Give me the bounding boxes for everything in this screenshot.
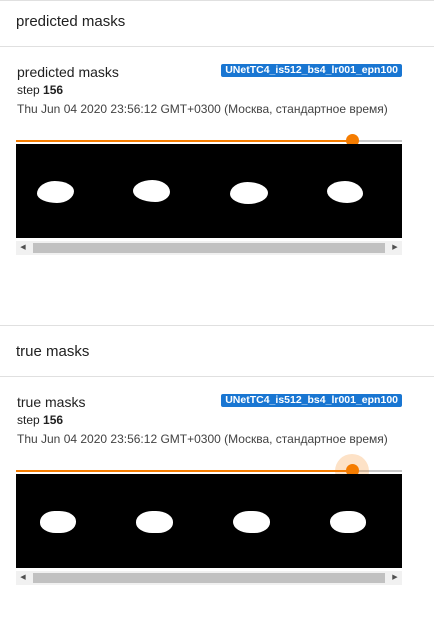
mask-blob [230,182,268,204]
run-label-chip: UNetTC4_is512_bs4_lr001_epn100 [221,394,402,407]
section-divider [0,325,434,326]
scrollbar-thumb[interactable] [33,573,385,583]
scrollbar-thumb[interactable] [33,243,385,253]
section-header-divider [0,376,434,377]
scroll-right-arrow-icon[interactable]: ▶ [388,571,402,585]
mask-blob [327,181,363,203]
scroll-right-arrow-icon[interactable]: ▶ [388,241,402,255]
scroll-left-arrow-icon[interactable]: ◀ [16,241,30,255]
section-divider-top [0,0,434,1]
run-label-chip: UNetTC4_is512_bs4_lr001_epn100 [221,64,402,77]
slider-fill [16,470,352,472]
step-indicator: step 156 [17,83,63,97]
timestamp: Thu Jun 04 2020 23:56:12 GMT+0300 (Москв… [17,102,388,116]
scroll-left-arrow-icon[interactable]: ◀ [16,571,30,585]
step-value: 156 [43,83,64,97]
step-label: step [17,413,40,427]
slider-fill [16,140,352,142]
section-header-true-masks: true masks [16,343,90,360]
mask-image [16,144,402,238]
mask-blob [330,511,366,533]
mask-blob [133,180,170,202]
mask-blob [37,181,74,203]
card-title: predicted masks [17,64,119,80]
mask-blob [136,511,173,533]
step-label: step [17,83,40,97]
mask-blob [40,511,76,533]
timestamp: Thu Jun 04 2020 23:56:12 GMT+0300 (Москв… [17,432,388,446]
step-value: 156 [43,413,64,427]
mask-image [16,474,402,568]
section-header-predicted-masks: predicted masks [16,13,126,30]
step-indicator: step 156 [17,413,63,427]
horizontal-scrollbar[interactable]: ◀ ▶ [16,241,402,255]
horizontal-scrollbar[interactable]: ◀ ▶ [16,571,402,585]
mask-blob [233,511,270,533]
card-title: true masks [17,394,86,410]
section-header-divider [0,46,434,47]
